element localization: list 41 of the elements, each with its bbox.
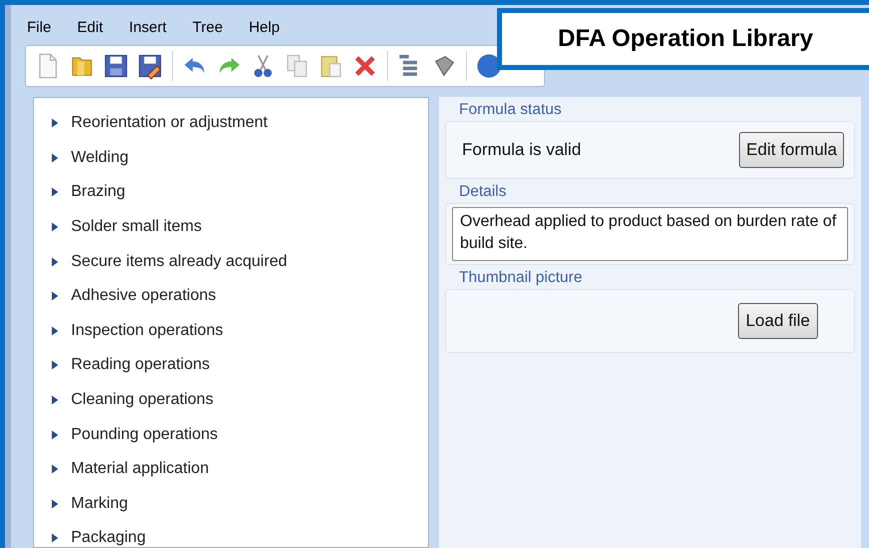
group-title: Details [458, 182, 508, 202]
expand-triangle-icon[interactable] [50, 533, 59, 544]
category-item[interactable]: Inspection operations [71, 318, 224, 343]
category-item[interactable]: Secure items already acquired [71, 250, 288, 274]
expand-triangle-icon[interactable] [50, 498, 59, 509]
expand-triangle-icon[interactable] [50, 395, 59, 406]
expand-triangle-icon[interactable] [50, 187, 59, 198]
expand-triangle-icon[interactable] [50, 326, 59, 336]
category-item[interactable]: Solder small items [71, 215, 202, 240]
category-item[interactable]: Reading operations [71, 353, 210, 378]
expand-triangle-icon[interactable] [50, 152, 59, 163]
expand-triangle-icon[interactable] [50, 222, 59, 232]
category-item[interactable]: Reorientation or adjustment [71, 111, 268, 136]
category-item[interactable]: Material application [71, 457, 209, 482]
load-file-button[interactable]: Load file [738, 303, 818, 339]
category-item[interactable]: Brazing [71, 180, 126, 204]
expand-triangle-icon[interactable] [50, 360, 59, 370]
callout-title: DFA Operation Library [558, 24, 814, 54]
expand-triangle-icon[interactable] [50, 256, 59, 267]
category-item[interactable]: Cleaning operations [71, 388, 214, 412]
expand-triangle-icon[interactable] [50, 118, 59, 128]
menu-item[interactable]: Edit [77, 17, 104, 40]
menu-item[interactable]: Help [248, 17, 280, 40]
category-item[interactable]: Marking [71, 492, 128, 516]
floppy-pencil-icon[interactable] [136, 52, 164, 80]
menu-item[interactable]: Insert [129, 17, 167, 40]
menu-item[interactable]: Tree [192, 17, 223, 40]
menu-item[interactable]: File [27, 17, 52, 40]
details-field[interactable]: Overhead applied to product based on burden rate of build site. [452, 207, 848, 261]
expand-triangle-icon[interactable] [50, 291, 59, 302]
expand-triangle-icon[interactable] [50, 464, 59, 474]
group-title: Formula status [458, 100, 563, 120]
edit-formula-button[interactable]: Edit formula [739, 132, 844, 168]
group-title: Thumbnail picture [458, 268, 584, 288]
help-circle-icon[interactable] [475, 52, 503, 80]
category-item[interactable]: Pounding operations [71, 422, 218, 447]
category-item[interactable]: Adhesive operations [71, 284, 216, 308]
expand-triangle-icon[interactable] [50, 430, 59, 440]
category-item[interactable]: Packaging [71, 526, 146, 548]
category-item[interactable]: Welding [71, 146, 129, 170]
status-text: Formula is valid [462, 139, 582, 162]
